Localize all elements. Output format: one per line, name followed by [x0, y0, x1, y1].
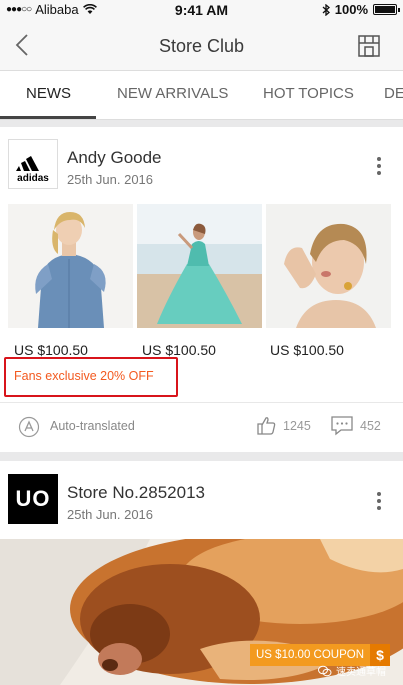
tab-more[interactable]: DE — [384, 85, 403, 102]
status-right: 100% — [322, 2, 400, 17]
navigation-bar: Store Club — [0, 20, 403, 70]
product-photo-portrait — [266, 204, 391, 328]
product-image[interactable] — [8, 204, 133, 328]
status-bar: ●●●○○ Alibaba 9:41 AM 100% — [0, 0, 403, 20]
more-options-button[interactable] — [373, 155, 385, 177]
product-image[interactable] — [137, 204, 262, 328]
watermark-text: 速卖通草帽 — [336, 667, 386, 678]
more-options-button[interactable] — [373, 490, 385, 512]
battery-icon — [373, 4, 400, 15]
like-count: 1245 — [283, 418, 311, 433]
watermark: 速卖通草帽 — [318, 663, 386, 678]
thumbs-up-icon — [257, 417, 276, 435]
store-name[interactable]: Store No.2852013 — [67, 483, 205, 503]
tab-hot-topics[interactable]: HOT TOPICS — [263, 85, 354, 102]
more-dot-icon — [377, 506, 381, 510]
product-photo-beach-dress — [137, 204, 262, 328]
like-button[interactable]: 1245 — [256, 415, 311, 436]
store-button[interactable] — [357, 34, 381, 58]
translate-icon — [18, 416, 40, 438]
product-price: US $100.50 — [142, 342, 216, 358]
battery-percent: 100% — [334, 2, 368, 17]
comment-icon — [331, 416, 353, 436]
more-dot-icon — [377, 157, 381, 161]
promo-text: Fans exclusive 20% OFF — [14, 369, 154, 383]
wechat-icon — [318, 665, 332, 676]
bluetooth-icon — [322, 3, 330, 16]
post-card: adidas Andy Goode 25th Jun. 2016 US $100… — [0, 127, 403, 452]
logo-text: adidas — [17, 173, 49, 184]
store-logo[interactable]: adidas — [8, 139, 58, 189]
active-tab-indicator — [0, 116, 96, 119]
page-title: Store Club — [158, 36, 245, 56]
storefront-icon — [358, 35, 380, 57]
more-dot-icon — [377, 164, 381, 168]
more-dot-icon — [377, 492, 381, 496]
tab-new-arrivals[interactable]: NEW ARRIVALS — [117, 85, 228, 102]
post-date: 25th Jun. 2016 — [67, 507, 154, 522]
tab-bar: NEWS NEW ARRIVALS HOT TOPICS DE — [0, 70, 403, 120]
post-card: UO Store No.2852013 25th Jun. 2016 US $1… — [0, 461, 403, 685]
comment-count: 452 — [360, 418, 381, 433]
comment-button[interactable]: 452 — [330, 415, 381, 436]
post-date: 25th Jun. 2016 — [67, 172, 154, 187]
more-dot-icon — [377, 171, 381, 175]
product-image[interactable] — [266, 204, 391, 328]
product-price: US $100.50 — [14, 342, 88, 358]
more-dot-icon — [377, 499, 381, 503]
auto-translated-label: Auto-translated — [50, 419, 135, 433]
store-name[interactable]: Andy Goode — [67, 148, 162, 168]
tab-news[interactable]: NEWS — [26, 85, 71, 102]
product-photo-denim-shirt — [8, 204, 133, 328]
store-logo[interactable]: UO — [8, 474, 58, 524]
product-price: US $100.50 — [270, 342, 344, 358]
divider — [0, 402, 403, 403]
adidas-logo: adidas — [16, 156, 49, 184]
